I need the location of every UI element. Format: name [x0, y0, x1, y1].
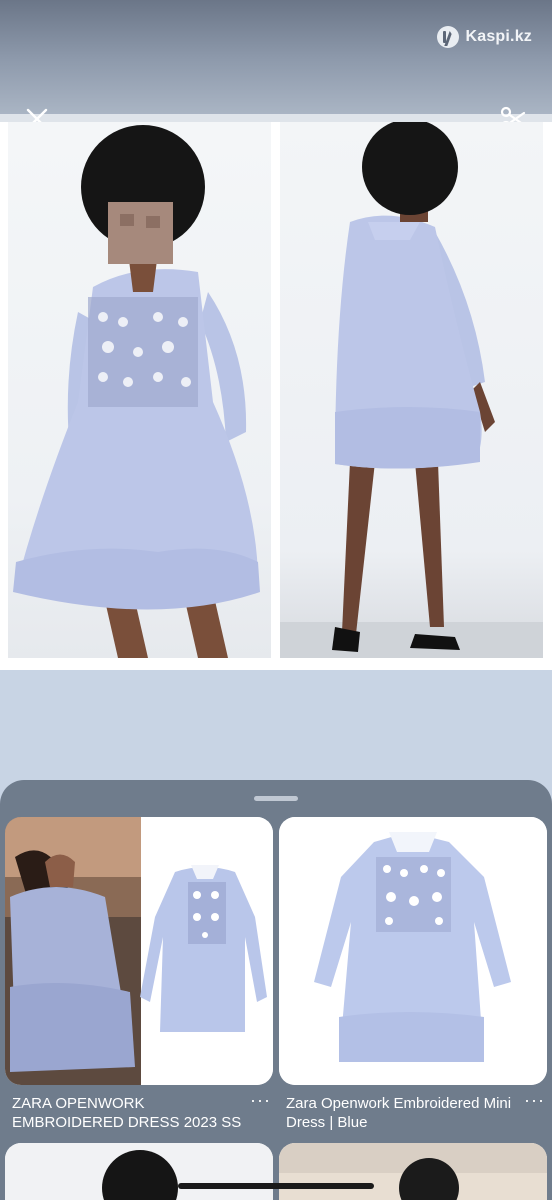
result-card[interactable]	[279, 817, 547, 1085]
result-card[interactable]	[279, 1143, 547, 1200]
photo-dress-back	[280, 122, 543, 658]
result-card[interactable]	[5, 1143, 273, 1200]
brand-watermark: Kaspi.kz	[437, 26, 532, 48]
sheet-drag-handle[interactable]	[254, 796, 298, 801]
result-title[interactable]: ZARA OPENWORK EMBROIDERED DRESS 2023 SS	[12, 1094, 242, 1132]
more-options-icon[interactable]: ···	[250, 1090, 271, 1111]
result-title[interactable]: Zara Openwork Embroidered Mini Dress | B…	[286, 1094, 516, 1132]
result-card[interactable]	[5, 817, 273, 1085]
home-indicator[interactable]	[178, 1183, 374, 1189]
kaspi-logo-icon	[437, 26, 460, 48]
more-options-icon[interactable]: ···	[524, 1090, 545, 1111]
photo-dress-front	[8, 122, 271, 658]
brand-name: Kaspi.kz	[465, 28, 532, 45]
